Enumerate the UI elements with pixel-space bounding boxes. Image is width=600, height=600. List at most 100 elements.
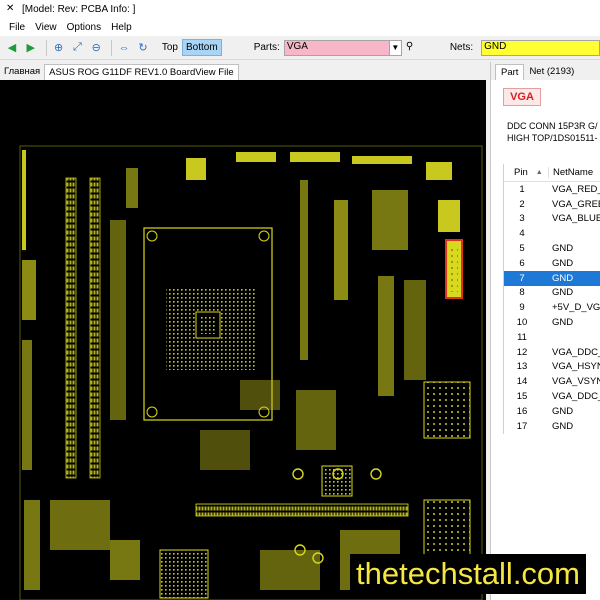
toolbar: ◀ ▶ ⊕ ⤢ ⊖ ⇔ ↻ Top Bottom Parts: VGA ▼ ⚲ … [0,36,600,60]
pin-number: 11 [517,331,527,343]
nets-label: Nets: [449,42,474,53]
table-row[interactable]: 14 VGA_VSYN [504,374,600,389]
net-name: VGA_RED_ [552,183,600,195]
top-side-button[interactable]: Top [162,42,178,53]
table-row[interactable]: 8 GND [504,286,600,301]
board-view-canvas[interactable] [0,80,486,600]
part-description-line: DDC CONN 15P3R G/ [507,121,598,131]
app-icon: ✕ [6,3,15,14]
document-tabs: Главная ASUS ROG G11DF REV1.0 BoardView … [0,62,488,80]
table-row[interactable]: 2 VGA_GREE [504,197,600,212]
column-pin[interactable]: Pin ▲ [504,167,548,178]
table-row[interactable]: 15 VGA_DDC_ [504,389,600,404]
pin-number: 14 [516,376,528,388]
menu-file[interactable]: File [4,22,30,33]
pin-rows: 1 VGA_RED_ 2 VGA_GREE 3 VGA_BLUE 4 5 GND 6 GND 7 GND… [504,182,600,434]
mount-hole [146,230,158,242]
dimm-slot [89,177,101,479]
window-title: [Model: Rev: PCBA Info: ] [22,3,136,15]
pin-number: 16 [516,405,528,417]
pin-number: 6 [519,257,525,269]
pin-number: 17 [516,420,528,432]
pin-table-header: Pin ▲ NetName [504,164,600,182]
tab-part[interactable]: Part [495,64,525,80]
pin-number: 9 [519,302,525,314]
tab-net[interactable]: Net (2193) [524,64,579,80]
toolbar-divider [45,39,47,56]
properties-panel: Part Net (2193) VGA DDC CONN 15P3R G/ HI… [490,62,600,600]
table-row[interactable]: 17 GND [504,419,600,434]
parts-dropdown-icon[interactable]: ▼ [389,39,402,56]
back-icon[interactable]: ◀ [4,40,20,56]
net-name: GND [552,243,574,255]
net-name: GND [552,405,574,417]
zoom-out-icon[interactable]: ⊖ [88,40,104,56]
nets-input[interactable]: GND [481,39,600,56]
zoom-fit-icon[interactable]: ⤢ [70,40,86,56]
pin-number: 8 [519,287,525,299]
pcb-layout [19,145,483,600]
net-name: GND [552,317,574,329]
pin-number: 1 [519,183,525,195]
table-row[interactable]: 6 GND [504,256,600,271]
parts-input[interactable]: VGA [283,39,390,56]
pin-number: 4 [519,228,525,240]
bottom-side-button[interactable]: Bottom [182,39,222,56]
part-description: DDC CONN 15P3R G/ HIGH TOP/1DS01511- [507,120,600,144]
net-name: VGA_DDC_ [552,391,600,403]
pcie-slot [195,503,409,517]
pin-table: Pin ▲ NetName 1 VGA_RED_ 2 VGA_GREE 3 VGA_BLUE… [503,164,600,434]
table-row[interactable]: 5 GND [504,241,600,256]
part-name-badge: VGA [503,88,541,106]
pin-number: 3 [519,213,525,225]
io-chip [423,381,471,439]
pin-number: 15 [516,391,528,403]
panel-tabs: Part Net (2193) [491,62,600,80]
search-icon[interactable]: ⚲ [406,41,420,55]
table-row[interactable]: 4 [504,226,600,241]
column-pin-label: Pin [514,167,528,178]
menu-help[interactable]: Help [106,22,137,33]
forward-icon[interactable]: ▶ [23,40,39,56]
net-name: +5V_D_VG [552,302,600,314]
column-netname[interactable]: NetName [548,167,600,178]
net-name: GND [552,287,574,299]
pin-number: 7 [519,272,525,284]
net-name: VGA_GREE [552,198,600,210]
title-bar: ✕ [Model: Rev: PCBA Info: ] [0,0,600,18]
table-row[interactable]: 11 [504,330,600,345]
mount-hole [146,406,158,418]
pin-number: 2 [519,198,525,210]
tab-boardview-file[interactable]: ASUS ROG G11DF REV1.0 BoardView File [44,64,239,80]
flip-horizontal-icon[interactable]: ⇔ [116,40,132,56]
net-name: VGA_DDC_ [552,346,600,358]
table-row[interactable]: 13 VGA_HSYN [504,360,600,375]
pin-number: 10 [516,317,528,329]
cpu-center-pins [200,316,216,334]
table-row[interactable]: 3 VGA_BLUE [504,212,600,227]
part-description-line: HIGH TOP/1DS01511- [507,133,598,143]
menu-options[interactable]: Options [62,22,106,33]
table-row[interactable]: 10 GND [504,315,600,330]
mount-hole [258,230,270,242]
table-row[interactable]: 16 GND [504,404,600,419]
parts-label: Parts: [253,42,280,53]
menu-view[interactable]: View [30,22,62,33]
menu-bar: File View Options Help [0,18,600,36]
net-name: VGA_HSYN [552,361,600,373]
part-details: VGA DDC CONN 15P3R G/ HIGH TOP/1DS01511-… [491,80,600,600]
chipset [321,465,353,497]
tab-home[interactable]: Главная [0,64,44,80]
vga-connector-pins [450,246,458,292]
net-name: GND [552,257,574,269]
table-row[interactable]: 1 VGA_RED_ [504,182,600,197]
rotate-icon[interactable]: ↻ [135,40,151,56]
zoom-in-icon[interactable]: ⊕ [51,40,67,56]
table-row[interactable]: 7 GND [504,270,600,286]
table-row[interactable]: 12 VGA_DDC_ [504,345,600,360]
watermark: thetechstall.com [350,554,586,594]
table-row[interactable]: 9 +5V_D_VG [504,300,600,315]
parts-group: Parts: VGA ▼ ⚲ [246,39,420,56]
net-name: VGA_BLUE [552,213,600,225]
pin-number: 5 [519,243,525,255]
